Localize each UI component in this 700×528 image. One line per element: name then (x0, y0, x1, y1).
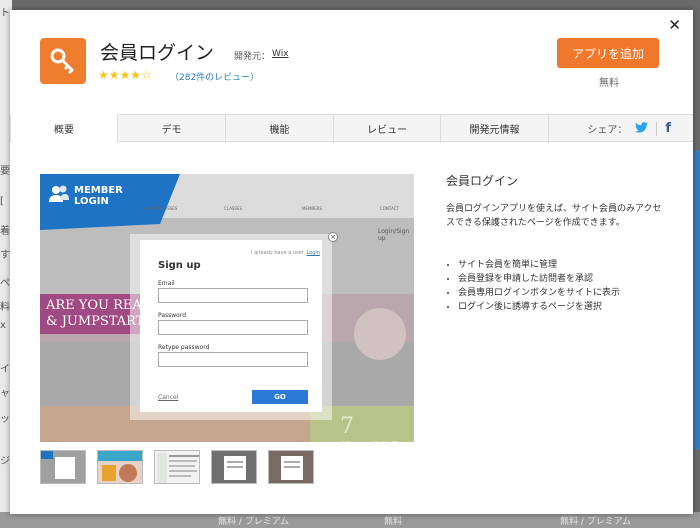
tab-developer-info[interactable]: 開発元情報 (441, 114, 549, 143)
reviews-link[interactable]: （282件のレビュー） (170, 70, 259, 83)
thumbnail-3[interactable] (154, 450, 200, 484)
star-filled-icon: ★ (130, 68, 142, 82)
bg-char: す (0, 250, 10, 261)
thumbnail-1[interactable] (40, 450, 86, 484)
bg-price: 無料 (384, 517, 403, 527)
preview-nav-item: ABOUT/CLASSES (144, 206, 178, 211)
thumbnail-4[interactable] (211, 450, 257, 484)
preview-nav-item: MEMBERS (302, 206, 323, 211)
members-icon (48, 184, 70, 207)
email-field (158, 288, 308, 303)
signup-title: Sign up (158, 260, 201, 271)
background-page-bottom: 無料 / プレミアム 無料 無料 / プレミアム (0, 512, 700, 528)
bg-char: ト (0, 8, 10, 19)
background-page-right (694, 150, 700, 450)
bg-char: イ (0, 364, 10, 375)
share-divider (656, 121, 658, 136)
rating-stars: ★★★★☆ (98, 68, 152, 82)
thumbnail-5[interactable] (268, 450, 314, 484)
feature-list: サイト会員を簡単に管理 会員登録を申請した訪問者を承認 会員専用ログインボタンを… (458, 258, 688, 314)
retype-label: Retype password (158, 344, 210, 351)
bg-price: 無料 / プレミアム (218, 517, 290, 527)
already-user-label: I already have a user. (251, 250, 305, 256)
tab-features[interactable]: 機能 (226, 114, 334, 143)
bg-price: 無料 / プレミアム (560, 517, 632, 527)
tab-overview[interactable]: 概要 (10, 114, 118, 143)
developer-link[interactable]: Wix (272, 49, 289, 59)
close-icon[interactable]: ✕ (668, 16, 681, 34)
app-details-modal: ✕ 会員ログイン 開発元： Wix ★★★★☆ （282件のレビュー） アプリを… (10, 10, 693, 514)
app-preview-image[interactable]: MEMBER LOGIN ABOUT/CLASSES CLASSES MEMBE… (40, 174, 414, 442)
bg-char: ッ (0, 414, 10, 425)
price-label: 無料 (599, 78, 619, 89)
facebook-icon[interactable]: f (665, 121, 671, 136)
cancel-link: Cancel (158, 394, 179, 401)
bg-char: ャ (0, 388, 10, 399)
twitter-icon[interactable] (635, 121, 649, 136)
description-text: 会員ログインアプリを使えば、サイト会員のみアクセスできる保護されたページを作成で… (446, 204, 662, 228)
retype-field (158, 352, 308, 367)
go-button: GO (252, 390, 308, 404)
preview-login-link: Login/Sign up (378, 228, 410, 242)
tab-demo[interactable]: デモ (118, 114, 226, 143)
feature-item: 会員登録を申請した訪問者を承認 (458, 272, 688, 286)
tab-bar: 概要 デモ 機能 レビュー 開発元情報 シェア： f (10, 114, 693, 143)
already-user-text: I already have a user. Login (251, 250, 320, 256)
feature-item: サイト会員を簡単に管理 (458, 258, 688, 272)
bg-char: ぺ (0, 278, 10, 289)
star-filled-icon: ★ (108, 68, 120, 82)
signup-dialog: I already have a user. Login Sign up Ema… (140, 240, 322, 412)
star-filled-icon: ★ (119, 68, 131, 82)
add-app-button[interactable]: アプリを追加 (557, 38, 659, 68)
password-label: Password (158, 312, 187, 319)
tab-reviews[interactable]: レビュー (334, 114, 441, 143)
bg-char: 着 (0, 226, 10, 237)
share-label: シェア： (587, 125, 628, 136)
banner-line: LOGIN (74, 195, 109, 207)
app-title: 会員ログイン (100, 42, 215, 64)
thumbnail-strip (40, 450, 314, 484)
description-title: 会員ログイン (446, 174, 519, 188)
preview-nav-item: CONTACT (380, 206, 399, 211)
feature-item: ログイン後に誘導するページを選択 (458, 300, 688, 314)
key-icon (40, 38, 86, 84)
banner-line: MEMBER (74, 184, 123, 196)
preview-days-text: 7 DAYS (340, 414, 402, 442)
share-bar: シェア： f (587, 121, 671, 136)
email-label: Email (158, 280, 175, 287)
preview-close-icon: × (328, 232, 338, 242)
password-field (158, 320, 308, 335)
bg-char: [ (0, 196, 4, 207)
bg-char: 要 (0, 166, 10, 177)
bg-char: x (0, 320, 6, 331)
developer-label: 開発元： (234, 52, 271, 62)
star-empty-icon: ☆ (141, 68, 152, 82)
login-link: Login (306, 250, 321, 256)
preview-banner: MEMBER LOGIN (48, 184, 123, 207)
bg-char: 料 (0, 302, 10, 313)
feature-item: 会員専用ログインボタンをサイトに表示 (458, 286, 688, 300)
star-filled-icon: ★ (98, 68, 109, 82)
thumbnail-2[interactable] (97, 450, 143, 484)
bg-char: ジ (0, 456, 10, 467)
preview-nav-item: CLASSES (224, 206, 242, 211)
